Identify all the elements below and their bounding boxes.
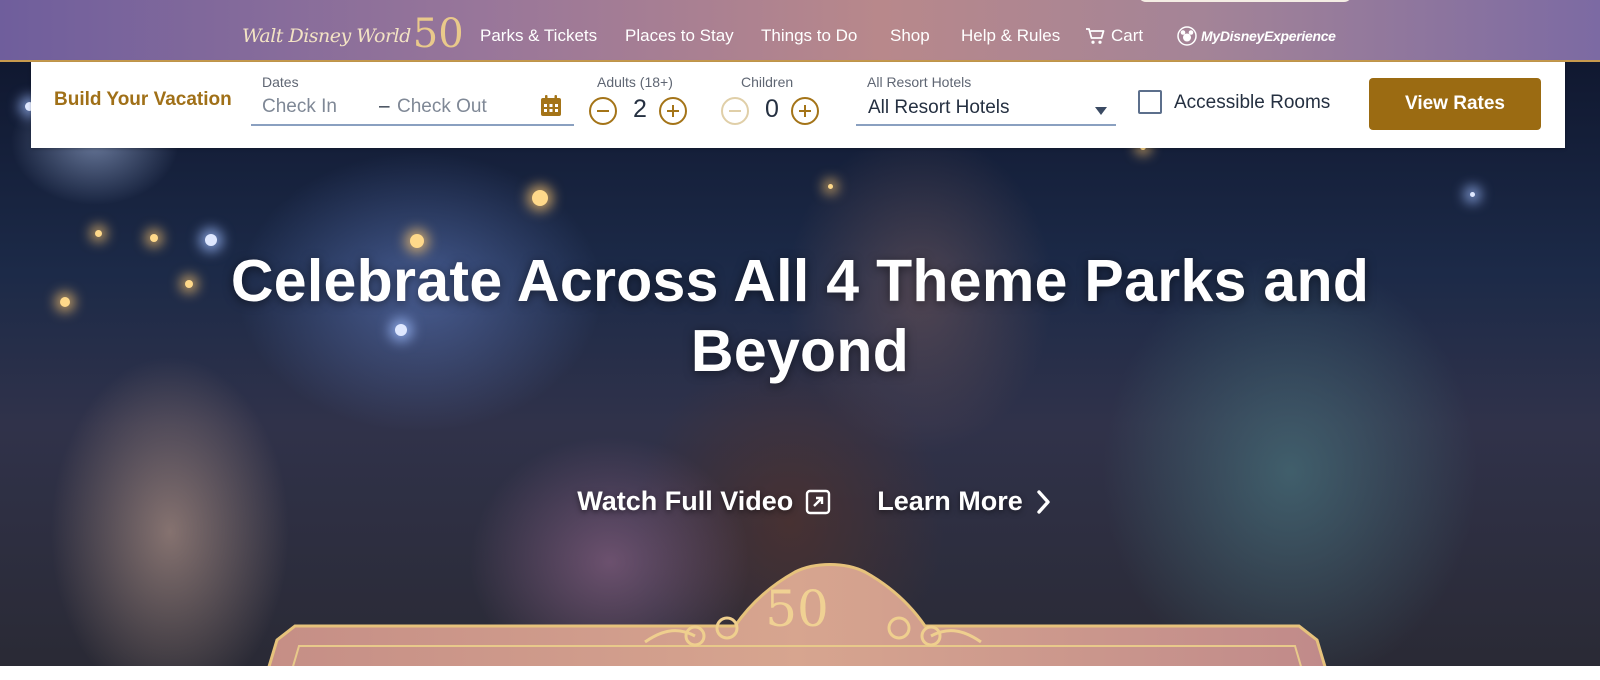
- children-increment-button[interactable]: [791, 97, 819, 125]
- nav-parks-tickets[interactable]: Parks & Tickets: [480, 25, 597, 47]
- resort-hotels-select[interactable]: All Resort Hotels: [856, 94, 1116, 126]
- watch-full-video-label: Watch Full Video: [577, 486, 794, 516]
- learn-more-link[interactable]: Learn More: [877, 486, 1051, 517]
- learn-more-label: Learn More: [877, 486, 1023, 516]
- view-rates-button[interactable]: View Rates: [1369, 78, 1541, 130]
- dates-field[interactable]: Check In – Check Out: [251, 92, 574, 126]
- dates-label: Dates: [262, 74, 299, 90]
- build-vacation-title: Build Your Vacation: [54, 89, 232, 110]
- calendar-icon[interactable]: [540, 95, 562, 117]
- accessible-rooms-checkbox[interactable]: [1138, 90, 1162, 114]
- my-disney-experience-link[interactable]: MyDisneyExperience: [1177, 26, 1336, 46]
- light-glow: [60, 297, 70, 307]
- check-in-input[interactable]: Check In: [262, 96, 337, 118]
- dates-separator: –: [379, 96, 390, 117]
- fiftieth-anniversary-ornament: 50: [265, 563, 1329, 680]
- walt-disney-world-50-logo[interactable]: Walt Disney World 50: [242, 8, 464, 56]
- light-glow: [185, 280, 193, 288]
- children-stepper: 0: [721, 95, 851, 125]
- light-glow: [150, 234, 158, 242]
- top-navigation: Walt Disney World 50 Parks & Tickets Pla…: [0, 0, 1600, 62]
- caret-down-icon: [1095, 107, 1107, 115]
- chevron-right-icon: [1037, 489, 1050, 514]
- adults-decrement-button[interactable]: [589, 97, 617, 125]
- light-glow: [1470, 192, 1475, 197]
- mickey-icon: [1177, 26, 1197, 46]
- light-glow: [828, 184, 833, 189]
- cart-icon[interactable]: [1085, 27, 1105, 45]
- logo-50-mark: 50: [412, 11, 464, 57]
- adults-label: Adults (18+): [597, 74, 673, 90]
- logo-wordmark: Walt Disney World: [242, 25, 411, 47]
- my-disney-experience-label: MyDisneyExperience: [1201, 28, 1336, 44]
- accessible-rooms-label[interactable]: Accessible Rooms: [1174, 92, 1330, 114]
- adults-count: 2: [633, 95, 647, 123]
- nav-shop[interactable]: Shop: [890, 25, 930, 47]
- adults-stepper: 2: [589, 95, 719, 125]
- children-count: 0: [765, 95, 779, 123]
- nav-cart[interactable]: Cart: [1111, 25, 1143, 47]
- check-out-input[interactable]: Check Out: [397, 96, 487, 118]
- hero-actions: Watch Full Video Learn More: [0, 486, 1600, 517]
- expand-icon: [806, 489, 831, 514]
- hero-headline: Celebrate Across All 4 Theme Parks and B…: [230, 248, 1370, 384]
- watch-full-video-link[interactable]: Watch Full Video: [577, 486, 831, 517]
- search-field-edge[interactable]: [1138, 0, 1352, 2]
- light-glow: [95, 230, 102, 237]
- children-label: Children: [741, 74, 794, 90]
- light-glow: [532, 190, 548, 206]
- resort-hotels-label: All Resort Hotels: [867, 74, 972, 90]
- page-bottom-edge: [0, 666, 1600, 680]
- build-your-vacation-bar: Build Your Vacation Dates Check In – Che…: [31, 62, 1565, 148]
- nav-things-to-do[interactable]: Things to Do: [761, 25, 857, 47]
- light-glow: [205, 234, 217, 246]
- children-decrement-button[interactable]: [721, 97, 749, 125]
- resort-hotels-selected: All Resort Hotels: [868, 97, 1010, 118]
- nav-places-to-stay[interactable]: Places to Stay: [625, 25, 734, 47]
- adults-increment-button[interactable]: [659, 97, 687, 125]
- nav-help-rules[interactable]: Help & Rules: [961, 25, 1060, 47]
- ornament-50-text: 50: [765, 580, 829, 638]
